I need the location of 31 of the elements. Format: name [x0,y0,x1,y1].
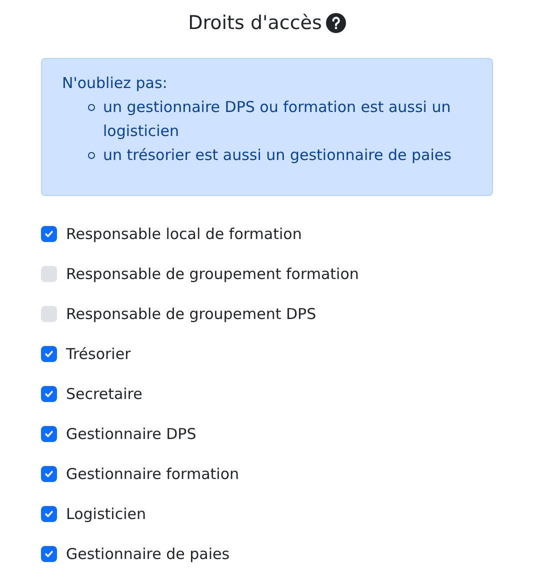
bullet-icon [88,152,95,159]
checkbox[interactable] [41,306,57,322]
check-icon [44,389,54,399]
checkbox-label[interactable]: Trésorier [66,342,131,366]
check-icon [44,469,54,479]
checkbox[interactable] [41,386,57,402]
check-icon [44,509,54,519]
checkbox[interactable] [41,466,57,482]
check-icon [44,429,54,439]
checkbox-label[interactable]: Gestionnaire de paies [66,542,230,566]
checkbox[interactable] [41,546,57,562]
page-title: Droits d'accès [188,11,322,36]
checkbox[interactable] [41,506,57,522]
checkbox-label[interactable]: Gestionnaire DPS [66,422,196,446]
checkbox-label[interactable]: Logisticien [66,502,146,526]
checkbox-label[interactable]: Responsable local de formation [66,222,302,246]
bullet-icon [88,104,95,111]
checkbox-label[interactable]: Responsable de groupement formation [66,262,359,286]
checkbox[interactable] [41,426,57,442]
alert-heading: N'oubliez pas: [62,73,168,94]
note-item: un trésorier est aussi un gestionnaire de paies [103,145,452,166]
checkbox[interactable] [41,266,57,282]
checkbox[interactable] [41,226,57,242]
checkbox-label[interactable]: Secretaire [66,382,142,406]
checkbox[interactable] [41,346,57,362]
help-icon[interactable] [326,13,346,33]
check-icon [44,229,54,239]
checkbox-label[interactable]: Responsable de groupement DPS [66,302,316,326]
check-icon [44,549,54,559]
check-icon [44,349,54,359]
checkbox-label[interactable]: Gestionnaire formation [66,462,239,486]
